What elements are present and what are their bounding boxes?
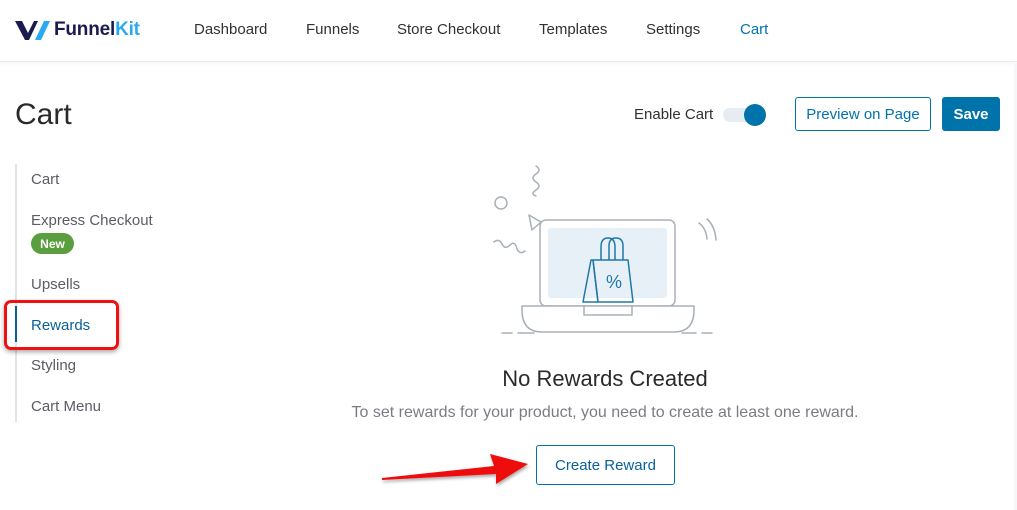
preview-on-page-button[interactable]: Preview on Page bbox=[795, 97, 931, 131]
annotation-arrow-icon bbox=[382, 454, 528, 484]
toggle-knob bbox=[744, 104, 766, 126]
nav-settings[interactable]: Settings bbox=[646, 21, 700, 38]
empty-state-title: No Rewards Created bbox=[502, 366, 708, 391]
squiggle-decoration bbox=[532, 165, 540, 197]
nav-dashboard[interactable]: Dashboard bbox=[194, 21, 267, 38]
circle-decoration bbox=[494, 196, 508, 210]
empty-state-description: To set rewards for your product, you nee… bbox=[351, 404, 859, 421]
funnelkit-logo-icon bbox=[15, 21, 50, 40]
sidebar-item-cart[interactable]: Cart bbox=[31, 171, 59, 188]
percent-symbol: % bbox=[606, 272, 622, 292]
logo-text-funnel: Funnel bbox=[54, 19, 116, 40]
nav-templates[interactable]: Templates bbox=[539, 21, 607, 38]
enable-cart-toggle[interactable] bbox=[722, 104, 766, 126]
nav-cart[interactable]: Cart bbox=[740, 21, 768, 38]
sidebar-item-express-checkout[interactable]: Express Checkout bbox=[31, 212, 153, 229]
logo-text-kit: Kit bbox=[115, 19, 140, 40]
sidebar-item-upsells[interactable]: Upsells bbox=[31, 276, 80, 293]
sound-waves-decoration bbox=[698, 218, 717, 241]
create-reward-button[interactable]: Create Reward bbox=[536, 445, 675, 485]
nav-funnels[interactable]: Funnels bbox=[306, 21, 359, 38]
funnelkit-logo[interactable]: FunnelKit bbox=[15, 18, 140, 42]
laptop-base bbox=[521, 305, 695, 333]
triangle-decoration bbox=[528, 214, 542, 231]
enable-cart-label: Enable Cart bbox=[634, 106, 714, 123]
page-title: Cart bbox=[15, 98, 72, 131]
top-navigation-bar: FunnelKit Dashboard Funnels Store Checko… bbox=[0, 0, 1017, 62]
nav-store-checkout[interactable]: Store Checkout bbox=[397, 21, 500, 38]
sidebar-item-rewards[interactable]: Rewards bbox=[31, 317, 90, 334]
new-badge: New bbox=[31, 233, 74, 254]
empty-rewards-illustration: % bbox=[493, 165, 717, 334]
zigzag-decoration bbox=[493, 239, 526, 254]
save-button[interactable]: Save bbox=[942, 97, 1000, 131]
active-indicator bbox=[15, 306, 17, 342]
